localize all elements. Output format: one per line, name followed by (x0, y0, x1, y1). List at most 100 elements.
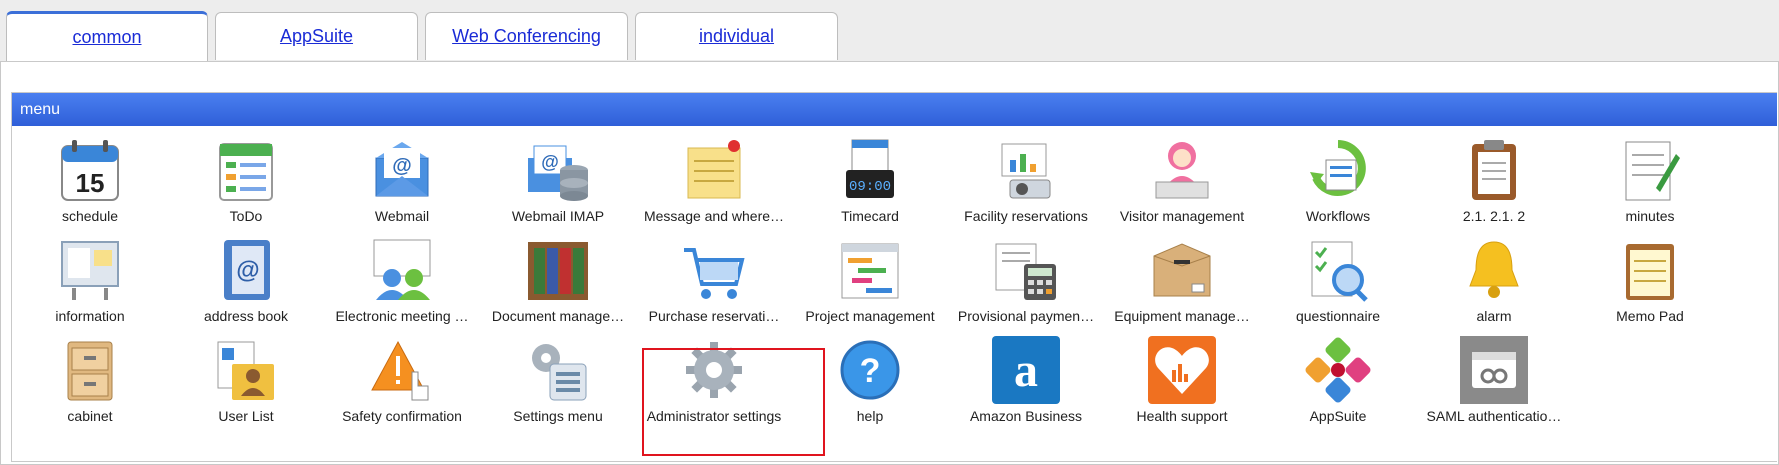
menu-item-webmail-imap[interactable]: @ Webmail IMAP (480, 126, 636, 226)
menu-item-label: Webmail IMAP (511, 208, 605, 224)
menu-item-equipment[interactable]: Equipment manage… (1104, 226, 1260, 326)
menu-header: menu (12, 93, 1777, 126)
menu-item-memo-pad[interactable]: Memo Pad (1572, 226, 1728, 326)
minutes-icon (1625, 141, 1680, 201)
saml-icon (1460, 336, 1528, 404)
menu-item-questionnaire[interactable]: questionnaire (1260, 226, 1416, 326)
menu-item-label: cabinet (67, 408, 113, 424)
menu-item-label: User List (218, 408, 274, 424)
receptionist-icon (1155, 142, 1209, 199)
menu-item-workflows[interactable]: Workflows (1260, 126, 1416, 226)
menu-item-todo[interactable]: ToDo (168, 126, 324, 226)
menu-item-webmail[interactable]: @ Webmail (324, 126, 480, 226)
menu-item-project[interactable]: Project management (792, 226, 948, 326)
menu-item-health-support[interactable]: Health support (1104, 326, 1260, 426)
menu-item-label: schedule (61, 208, 119, 224)
menu-item-information[interactable]: information (12, 226, 168, 326)
clipboard-icon (1472, 140, 1516, 200)
todo-icon (219, 143, 273, 201)
projector-icon (1001, 143, 1051, 199)
settings-menu-icon (532, 344, 587, 401)
mail-imap-icon: @ (528, 145, 588, 201)
menu-item-label: Message and where… (643, 208, 785, 224)
user-list-icon (217, 341, 274, 400)
menu-item-label: Visitor management (1119, 208, 1245, 224)
memo-pad-icon (1626, 244, 1674, 300)
menu-item-appsuite[interactable]: AppSuite (1260, 326, 1416, 426)
svg-text:a: a (1014, 344, 1038, 397)
menu-item-label: Facility reservations (964, 208, 1088, 224)
menu-item-label: Memo Pad (1616, 308, 1684, 324)
shopping-cart-icon (684, 248, 745, 299)
menu-item-label: Timecard (841, 208, 899, 224)
menu-item-label: AppSuite (1309, 408, 1367, 424)
menu-item-facility[interactable]: Facility reservations (948, 126, 1104, 226)
sticky-note-icon (687, 140, 741, 199)
gantt-icon (841, 243, 899, 299)
cabinet-icon (67, 341, 113, 401)
menu-item-label: address book (203, 308, 289, 324)
svg-text:?: ? (860, 352, 881, 390)
menu-item-alarm[interactable]: alarm (1416, 226, 1572, 326)
menu-item-meeting[interactable]: Electronic meeting … (324, 226, 480, 326)
tab-appsuite[interactable]: AppSuite (215, 12, 418, 60)
menu-item-help[interactable]: ? help (792, 326, 948, 426)
menu-item-administrator-settings[interactable]: Administrator settings (636, 326, 792, 426)
menu-item-label: Document manage… (491, 308, 625, 324)
menu-item-label: Health support (1136, 408, 1228, 424)
tab-label[interactable]: Web Conferencing (452, 26, 601, 47)
menu-item-label: ToDo (229, 208, 263, 224)
mail-icon: @ (375, 142, 429, 197)
tab-label[interactable]: common (72, 27, 141, 48)
tab-label[interactable]: individual (699, 26, 774, 47)
menu-item-label: Settings menu (513, 408, 603, 424)
menu-item-clipboard[interactable]: 2.1. 2.1. 2 (1416, 126, 1572, 226)
address-book-icon: @ (224, 240, 270, 300)
menu-item-label: questionnaire (1295, 308, 1381, 324)
questionnaire-icon (1311, 241, 1368, 302)
menu-item-schedule[interactable]: 15 schedule (12, 126, 168, 226)
menu-item-label: Administrator settings (646, 408, 782, 424)
tab-bar: common AppSuite Web Conferencing individ… (0, 0, 1779, 62)
menu-item-minutes[interactable]: minutes (1572, 126, 1728, 226)
bell-icon (1469, 241, 1519, 298)
tab-common[interactable]: common (6, 11, 208, 61)
svg-text:09:00: 09:00 (849, 179, 891, 195)
menu-item-label: Safety confirmation (342, 408, 462, 424)
menu-item-label: Provisional paymen… (957, 308, 1095, 324)
bulletin-board-icon (61, 241, 119, 300)
menu-item-provisional-payment[interactable]: Provisional paymen… (948, 226, 1104, 326)
menu-item-saml[interactable]: SAML authenticatio… (1416, 326, 1572, 426)
menu-item-label: Webmail (374, 208, 430, 224)
menu-item-cabinet[interactable]: cabinet (12, 326, 168, 426)
menu-item-purchase[interactable]: Purchase reservati… (636, 226, 792, 326)
gear-icon (686, 342, 742, 398)
menu-item-timecard[interactable]: 09:00 Timecard (792, 126, 948, 226)
svg-text:15: 15 (76, 168, 105, 198)
menu-item-label: Purchase reservati… (648, 308, 780, 324)
menu-item-label: help (856, 408, 884, 424)
safety-icon (371, 340, 429, 401)
menu-item-amazon-business[interactable]: a Amazon Business (948, 326, 1104, 426)
menu-item-message[interactable]: Message and where… (636, 126, 792, 226)
tab-web-conferencing[interactable]: Web Conferencing (425, 12, 628, 60)
workflow-icon (1310, 140, 1366, 196)
calendar-icon: 15 (61, 140, 119, 201)
menu-item-user-list[interactable]: User List (168, 326, 324, 426)
svg-text:@: @ (541, 152, 559, 172)
tab-individual[interactable]: individual (635, 12, 838, 60)
tab-label[interactable]: AppSuite (280, 26, 353, 47)
menu-item-label: Equipment manage… (1114, 308, 1250, 324)
menu-item-label: minutes (1625, 208, 1675, 224)
appsuite-icon (1305, 337, 1371, 403)
menu-item-settings-menu[interactable]: Settings menu (480, 326, 636, 426)
menu-item-safety[interactable]: Safety confirmation (324, 326, 480, 426)
menu-item-label: Project management (805, 308, 935, 324)
menu-item-address-book[interactable]: @ address book (168, 226, 324, 326)
menu-item-label: SAML authenticatio… (1426, 408, 1562, 424)
health-icon (1148, 336, 1216, 404)
menu-item-document[interactable]: Document manage… (480, 226, 636, 326)
menu-item-label: Amazon Business (969, 408, 1083, 424)
menu-item-label: information (55, 308, 125, 324)
menu-item-visitor[interactable]: Visitor management (1104, 126, 1260, 226)
